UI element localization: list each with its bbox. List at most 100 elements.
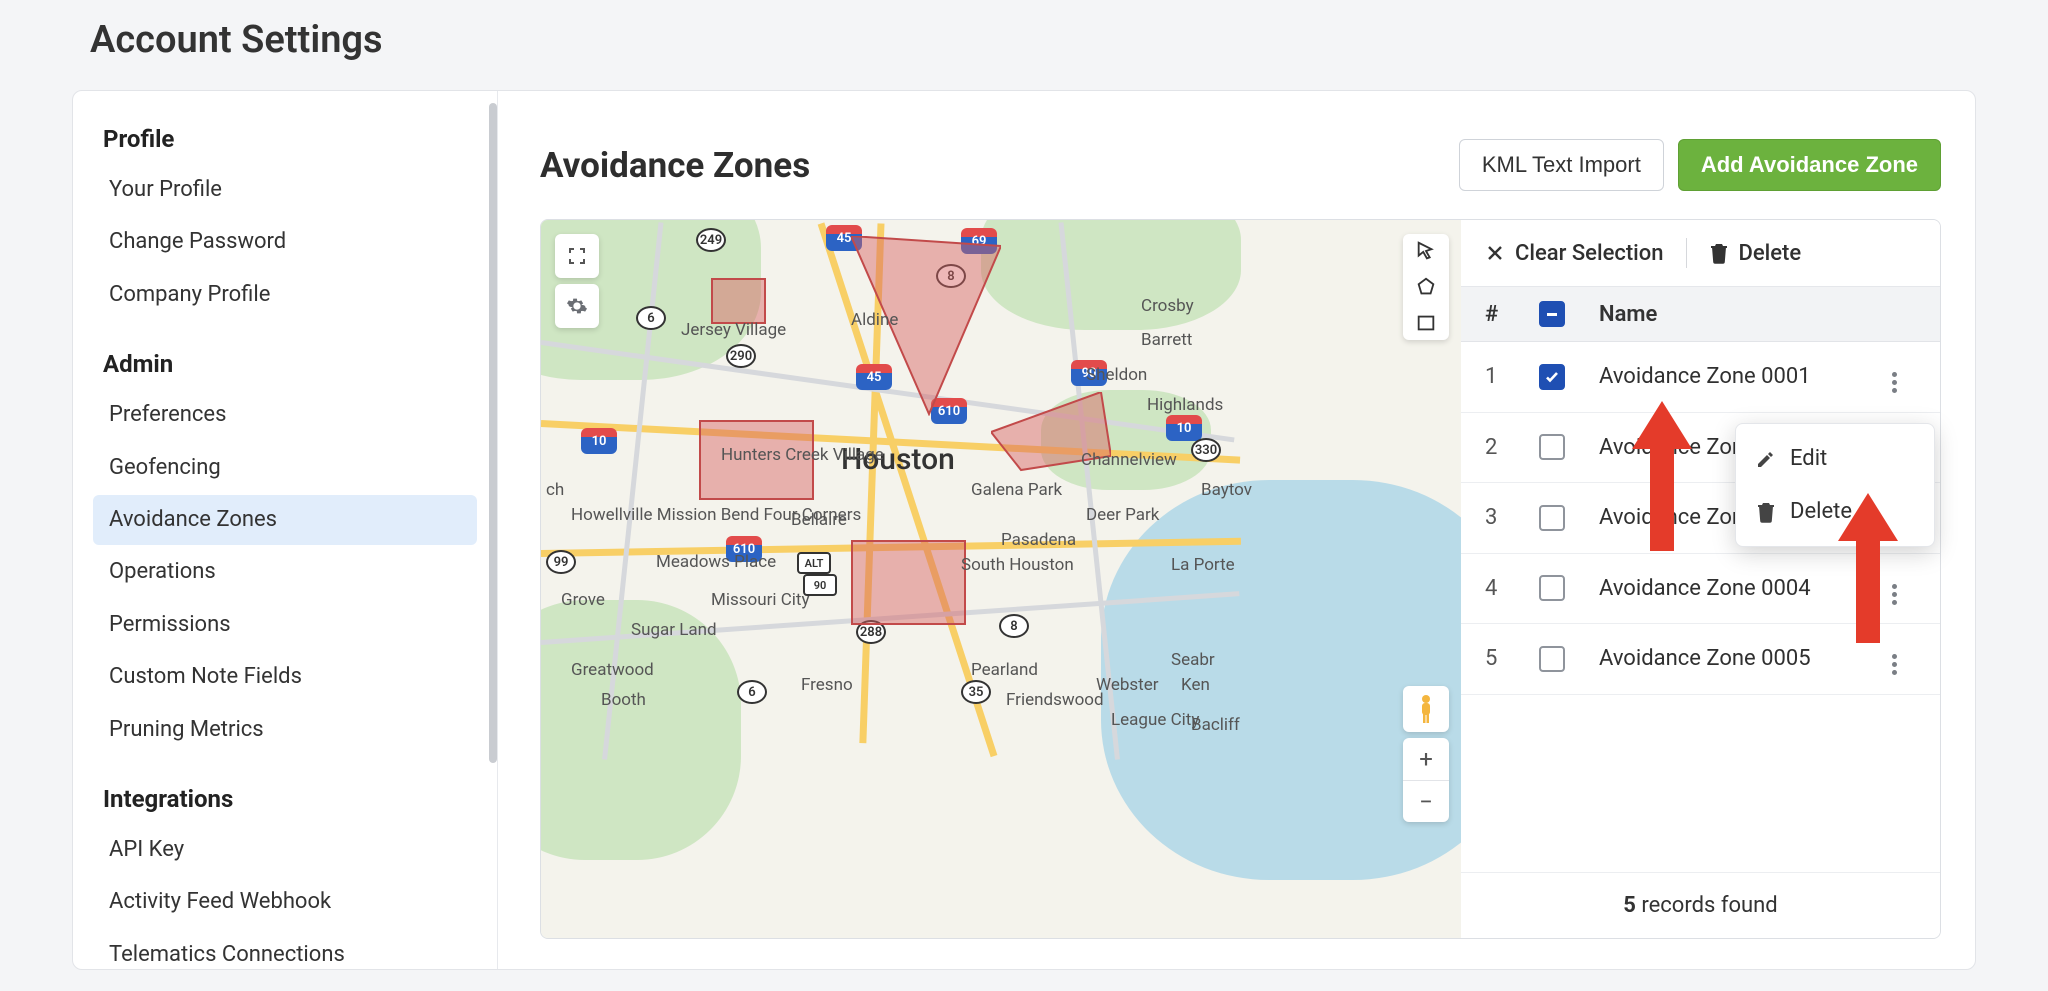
row-number: 5 — [1485, 646, 1539, 671]
map-place-label: Ken — [1181, 675, 1210, 695]
sidebar-group-admin: Admin — [103, 342, 467, 388]
sidebar-item-permissions[interactable]: Permissions — [93, 600, 477, 650]
row-actions-button[interactable] — [1881, 370, 1907, 396]
col-name-header: Name — [1599, 302, 1872, 327]
row-number: 4 — [1485, 576, 1539, 601]
map-place-label: Grove — [561, 590, 605, 610]
select-all-checkbox[interactable] — [1539, 301, 1565, 327]
sidebar-group-integrations: Integrations — [103, 777, 467, 823]
map-tool-stack — [1403, 234, 1449, 340]
records-footer: 5 records found — [1461, 872, 1940, 938]
fullscreen-icon — [567, 246, 587, 266]
map-place-label: League City — [1111, 710, 1199, 730]
map-place-label: ch — [546, 480, 564, 500]
sidebar-item-operations[interactable]: Operations — [93, 547, 477, 597]
map-zoom-out-button[interactable]: − — [1403, 780, 1449, 822]
map-place-label: Greatwood — [571, 660, 654, 680]
map-place-label: Crosby — [1141, 296, 1194, 316]
zone-shape-5[interactable] — [851, 540, 966, 625]
sidebar-item-your-profile[interactable]: Your Profile — [93, 165, 477, 215]
annotation-arrow-1 — [1632, 401, 1692, 551]
sidebar-item-api-key[interactable]: API Key — [93, 825, 477, 875]
add-avoidance-zone-button[interactable]: Add Avoidance Zone — [1678, 139, 1941, 191]
map-place-label: Webster — [1096, 675, 1159, 695]
map-shield-330: 330 — [1191, 438, 1221, 462]
map-place-label: La Porte — [1171, 555, 1235, 575]
sidebar-item-pruning-metrics[interactable]: Pruning Metrics — [93, 705, 477, 755]
map-place-label: Galena Park — [971, 480, 1062, 500]
map-place-label: Meadows Place — [656, 552, 776, 572]
map-shield-99: 99 — [546, 550, 576, 574]
map-shield-6: 6 — [636, 306, 666, 330]
rectangle-icon[interactable] — [1415, 312, 1437, 334]
map-settings-button[interactable] — [555, 284, 599, 328]
main-content: Avoidance Zones KML Text Import Add Avoi… — [498, 91, 1975, 969]
zones-content: Houston 45 69 10 610 90 10 610 45 249 29… — [540, 219, 1941, 939]
map-place-label: Sheldon — [1086, 365, 1147, 385]
row-checkbox[interactable] — [1539, 434, 1565, 460]
cursor-icon[interactable] — [1415, 240, 1437, 262]
sidebar-item-custom-note-fields[interactable]: Custom Note Fields — [93, 652, 477, 702]
row-checkbox[interactable] — [1539, 575, 1565, 601]
sidebar-item-activity-feed-webhook[interactable]: Activity Feed Webhook — [93, 877, 477, 927]
map-zoom-in-button[interactable]: + — [1403, 738, 1449, 780]
row-checkbox[interactable] — [1539, 505, 1565, 531]
map[interactable]: Houston 45 69 10 610 90 10 610 45 249 29… — [541, 220, 1461, 938]
map-place-label: Fresno — [801, 675, 853, 695]
map-fullscreen-button[interactable] — [555, 234, 599, 278]
map-place-label: Deer Park — [1086, 505, 1159, 525]
map-place-label: Bellaire — [791, 510, 847, 530]
row-checkbox[interactable] — [1539, 646, 1565, 672]
map-shield-249: 249 — [696, 228, 726, 252]
map-pegman-button[interactable] — [1403, 686, 1449, 732]
map-place-label: Friendswood — [1006, 690, 1104, 710]
pegman-icon — [1414, 694, 1438, 724]
zone-shape-1[interactable] — [711, 278, 766, 324]
sidebar-item-company-profile[interactable]: Company Profile — [93, 270, 477, 320]
clear-selection-button[interactable]: Clear Selection — [1485, 241, 1664, 266]
row-actions-button[interactable] — [1881, 652, 1907, 678]
gear-icon — [566, 295, 588, 317]
sidebar-item-geofencing[interactable]: Geofencing — [93, 443, 477, 493]
map-place-label: Channelview — [1081, 450, 1177, 470]
map-place-label: Aldine — [851, 310, 898, 330]
map-place-label: Baytov — [1201, 480, 1252, 500]
col-number-header: # — [1485, 302, 1539, 327]
map-shield-alt: ALT — [797, 552, 831, 574]
polygon-icon[interactable] — [1415, 276, 1437, 298]
row-name: Avoidance Zone 0004 — [1599, 576, 1872, 601]
map-place-label: Pearland — [971, 660, 1038, 680]
sidebar-item-telematics-connections[interactable]: Telematics Connections — [93, 930, 477, 970]
sidebar-scrollbar[interactable] — [489, 99, 497, 961]
map-place-label: Highlands — [1147, 395, 1223, 415]
map-zoom-control: + − — [1403, 738, 1449, 822]
context-edit-item[interactable]: Edit — [1736, 432, 1934, 485]
map-place-label: Sugar Land — [631, 620, 717, 640]
map-place-label: Bacliff — [1191, 715, 1240, 735]
delete-selected-button[interactable]: Delete — [1709, 241, 1802, 266]
row-name: Avoidance Zone 0005 — [1599, 646, 1872, 671]
sidebar-item-change-password[interactable]: Change Password — [93, 217, 477, 267]
map-place-label: Booth — [601, 690, 646, 710]
sidebar: Profile Your Profile Change Password Com… — [73, 91, 498, 969]
map-place-label: South Houston — [961, 555, 1074, 575]
map-place-label: Jersey Village — [681, 320, 786, 340]
table-row[interactable]: 1Avoidance Zone 0001 — [1461, 342, 1940, 413]
separator — [1686, 238, 1687, 268]
map-place-label: Hunters Creek Village — [721, 445, 884, 465]
table-header: # Name — [1461, 287, 1940, 342]
map-shield-i10: 10 — [581, 428, 617, 454]
trash-icon — [1709, 242, 1729, 264]
sidebar-item-avoidance-zones[interactable]: Avoidance Zones — [93, 495, 477, 545]
annotation-arrow-2 — [1838, 493, 1898, 643]
close-icon — [1485, 243, 1505, 263]
kml-import-button[interactable]: KML Text Import — [1459, 139, 1664, 191]
map-place-label: Missouri City — [711, 590, 810, 610]
row-checkbox[interactable] — [1539, 364, 1565, 390]
sidebar-group-profile: Profile — [103, 117, 467, 163]
main-heading: Avoidance Zones — [540, 145, 810, 186]
map-shield-290: 290 — [726, 344, 756, 368]
map-shield-8b: 8 — [999, 614, 1029, 638]
sidebar-item-preferences[interactable]: Preferences — [93, 390, 477, 440]
context-delete-item[interactable]: Delete — [1736, 485, 1934, 538]
